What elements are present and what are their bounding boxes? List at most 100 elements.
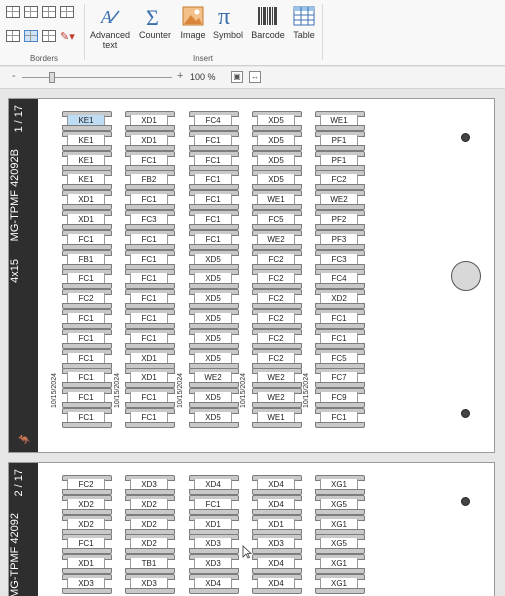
label-cell[interactable]: XD4 bbox=[251, 494, 302, 515]
label-cell[interactable]: FC1 bbox=[124, 388, 175, 409]
label-cell[interactable]: FC1 bbox=[314, 309, 365, 329]
label-cell[interactable]: FC1 bbox=[61, 269, 112, 290]
label-cell[interactable]: XD5 bbox=[251, 111, 302, 131]
label-cell[interactable]: XD2 bbox=[124, 534, 175, 555]
label-cell[interactable]: WE2 bbox=[188, 368, 239, 389]
label-cell[interactable]: FC1 bbox=[61, 388, 112, 409]
label-cell[interactable]: XD4 bbox=[251, 475, 302, 495]
label-cell[interactable]: XD2 bbox=[61, 494, 112, 515]
label-cell[interactable]: XD1 bbox=[61, 190, 112, 211]
border-left-icon[interactable] bbox=[6, 30, 20, 42]
label-cell[interactable]: KE1 bbox=[61, 170, 112, 191]
label-cell[interactable]: FC1 bbox=[124, 249, 175, 270]
label-cell[interactable]: WE2 bbox=[314, 190, 365, 211]
zoom-slider-track[interactable] bbox=[22, 77, 172, 78]
label-cell[interactable]: FC2 bbox=[251, 309, 302, 329]
label-cell[interactable]: WE2 bbox=[251, 368, 302, 389]
border-center-icon[interactable] bbox=[24, 30, 38, 42]
label-cell[interactable]: XG5 bbox=[314, 534, 365, 555]
label-cell[interactable]: FC1 bbox=[124, 229, 175, 250]
label-cell[interactable]: FC5 bbox=[314, 348, 365, 369]
label-cell[interactable]: XD3 bbox=[61, 574, 112, 594]
label-cell[interactable]: FC1 bbox=[188, 229, 239, 250]
fit-page-icon[interactable]: ▣ bbox=[231, 71, 243, 83]
label-cell[interactable]: XD5 bbox=[188, 309, 239, 329]
label-cell[interactable]: FC1 bbox=[61, 328, 112, 349]
label-cell[interactable]: XD3 bbox=[124, 574, 175, 594]
label-cell[interactable]: FC2 bbox=[251, 269, 302, 290]
counter-button[interactable]: Σ Counter bbox=[136, 2, 174, 40]
label-cell[interactable]: KE1 bbox=[61, 111, 112, 131]
label-cell[interactable]: FC1 bbox=[61, 368, 112, 389]
label-cell[interactable]: XD5 bbox=[188, 289, 239, 310]
label-cell[interactable]: XD1 bbox=[124, 348, 175, 369]
label-cell[interactable]: KE1 bbox=[61, 150, 112, 171]
label-cell[interactable]: XD1 bbox=[124, 368, 175, 389]
label-cell[interactable]: FC1 bbox=[188, 190, 239, 211]
label-cell[interactable]: FC2 bbox=[61, 475, 112, 495]
label-cell[interactable]: XG1 bbox=[314, 574, 365, 594]
label-cell[interactable]: FC4 bbox=[188, 111, 239, 131]
label-cell[interactable]: XD5 bbox=[251, 170, 302, 191]
label-cell[interactable]: WE2 bbox=[251, 229, 302, 250]
label-cell[interactable]: XD2 bbox=[61, 514, 112, 535]
label-cell[interactable]: FC2 bbox=[251, 249, 302, 270]
label-cell[interactable]: FC1 bbox=[188, 150, 239, 171]
label-cell[interactable]: XD3 bbox=[188, 554, 239, 575]
label-cell[interactable]: XD1 bbox=[251, 514, 302, 535]
label-sheet[interactable]: 2 / 17 MG-TPMF 42092 FC2 XD2 XD2 FC1 XD1 XD3 X… bbox=[8, 462, 495, 596]
label-cell[interactable]: FC7 bbox=[314, 368, 365, 389]
image-button[interactable]: Image bbox=[177, 2, 209, 40]
border-all-icon[interactable] bbox=[6, 6, 20, 18]
label-cell[interactable]: FC2 bbox=[251, 328, 302, 349]
label-cell[interactable]: XD1 bbox=[124, 111, 175, 131]
label-cell[interactable]: XD1 bbox=[124, 130, 175, 151]
barcode-button[interactable]: Barcode bbox=[249, 2, 287, 40]
label-cell[interactable]: FC5 bbox=[251, 210, 302, 230]
label-cell[interactable]: FC1 bbox=[61, 534, 112, 555]
label-cell[interactable]: XD1 bbox=[61, 210, 112, 230]
label-cell[interactable]: FC1 bbox=[188, 130, 239, 151]
label-cell[interactable]: FC1 bbox=[188, 170, 239, 191]
label-cell[interactable]: FC3 bbox=[314, 249, 365, 270]
label-cell[interactable]: FB2 bbox=[124, 170, 175, 191]
symbol-button[interactable]: π Symbol bbox=[211, 2, 245, 40]
label-cell[interactable]: XD5 bbox=[188, 269, 239, 290]
label-cell[interactable]: FB1 bbox=[61, 249, 112, 270]
zoom-slider-thumb[interactable] bbox=[49, 72, 55, 83]
label-cell[interactable]: FC1 bbox=[61, 229, 112, 250]
label-cell[interactable]: XG1 bbox=[314, 554, 365, 575]
label-cell[interactable]: WE1 bbox=[314, 111, 365, 131]
label-cell[interactable]: PF1 bbox=[314, 130, 365, 151]
label-cell[interactable]: FC1 bbox=[124, 408, 175, 428]
border-inner-icon[interactable] bbox=[42, 6, 56, 18]
label-cell[interactable]: XD5 bbox=[188, 388, 239, 409]
label-cell[interactable]: XD5 bbox=[188, 348, 239, 369]
label-cell[interactable]: XD3 bbox=[124, 475, 175, 495]
label-cell[interactable]: FC1 bbox=[61, 408, 112, 428]
label-cell[interactable]: XG5 bbox=[314, 494, 365, 515]
label-cell[interactable]: FC1 bbox=[188, 210, 239, 230]
border-none-icon[interactable] bbox=[60, 6, 74, 18]
label-cell[interactable]: XG1 bbox=[314, 475, 365, 495]
label-cell[interactable]: PF2 bbox=[314, 210, 365, 230]
label-cell[interactable]: XD5 bbox=[251, 150, 302, 171]
label-cell[interactable]: XD3 bbox=[251, 534, 302, 555]
label-cell[interactable]: XD4 bbox=[251, 574, 302, 594]
label-cell[interactable]: XD2 bbox=[314, 289, 365, 310]
label-cell[interactable]: FC1 bbox=[61, 309, 112, 329]
label-cell[interactable]: FC1 bbox=[124, 309, 175, 329]
label-cell[interactable]: XD1 bbox=[188, 514, 239, 535]
label-cell[interactable]: WE1 bbox=[251, 190, 302, 211]
label-cell[interactable]: XG1 bbox=[314, 514, 365, 535]
zoom-out-button[interactable]: - bbox=[12, 70, 16, 82]
fit-width-icon[interactable]: ↔ bbox=[249, 71, 261, 83]
label-cell[interactable]: PF3 bbox=[314, 229, 365, 250]
label-cell[interactable]: XD2 bbox=[124, 514, 175, 535]
label-cell[interactable]: PF1 bbox=[314, 150, 365, 171]
label-cell[interactable]: FC1 bbox=[314, 408, 365, 428]
label-cell[interactable]: FC2 bbox=[61, 289, 112, 310]
label-cell[interactable]: FC2 bbox=[314, 170, 365, 191]
label-cell[interactable]: XD5 bbox=[251, 130, 302, 151]
label-cell[interactable]: FC3 bbox=[124, 210, 175, 230]
